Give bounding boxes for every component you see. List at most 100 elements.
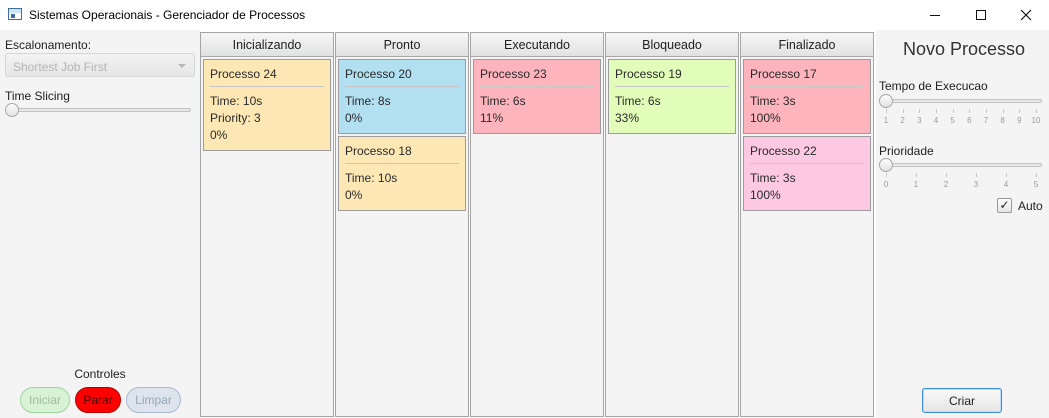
- slider-tick-label: 8: [1000, 116, 1005, 125]
- process-detail: 0%: [345, 188, 363, 202]
- window-title: Sistemas Operacionais - Gerenciador de P…: [29, 8, 306, 22]
- column-bloqueado: Bloqueado Processo 19 Time: 6s 33%: [605, 32, 739, 417]
- process-card[interactable]: Processo 22 Time: 3s 100%: [743, 136, 871, 211]
- priority-slider-thumb[interactable]: [879, 158, 893, 172]
- process-name: Processo 22: [750, 144, 864, 164]
- title-bar: Sistemas Operacionais - Gerenciador de P…: [0, 0, 1049, 30]
- process-detail: 0%: [210, 128, 228, 142]
- slider-tick: [919, 109, 921, 113]
- slider-tick: [976, 173, 977, 177]
- process-card[interactable]: Processo 19 Time: 6s 33%: [608, 59, 736, 134]
- minimize-icon: [930, 14, 940, 16]
- slider-tick: [952, 109, 954, 113]
- process-detail: Time: 6s: [480, 94, 526, 108]
- create-button[interactable]: Criar: [922, 388, 1002, 413]
- column-header: Finalizado: [741, 33, 873, 57]
- stop-button[interactable]: Parar: [75, 387, 121, 413]
- scheduler-select[interactable]: Shortest Job First: [5, 53, 195, 77]
- clear-button[interactable]: Limpar: [126, 387, 181, 413]
- slider-tick-label: 2: [943, 180, 949, 189]
- card-list: Processo 17 Time: 3s 100% Processo 22 Time: …: [741, 57, 873, 215]
- priority-ticks: 0 1 2 3 4 5: [884, 173, 1038, 189]
- slider-tick-label: 0: [883, 180, 889, 189]
- exec-time-ticks: 1 2 3 4 5 6 7 8 9 10: [884, 109, 1040, 125]
- process-detail: Priority: 3: [210, 111, 261, 125]
- process-detail: 33%: [615, 111, 640, 125]
- slider-tick: [916, 173, 917, 177]
- column-header: Inicializando: [201, 33, 333, 57]
- slider-tick: [1006, 173, 1007, 177]
- slider-tick-label: 4: [1003, 180, 1009, 189]
- column-header: Bloqueado: [606, 33, 738, 57]
- scheduler-label: Escalonamento:: [5, 38, 92, 52]
- slider-tick-label: 3: [917, 116, 922, 125]
- priority-label: Prioridade: [879, 144, 934, 158]
- slider-tick: [1019, 109, 1021, 113]
- slider-tick-label: 1: [913, 180, 919, 189]
- start-button[interactable]: Iniciar: [20, 387, 70, 413]
- slider-tick-label: 2: [900, 116, 905, 125]
- process-name: Processo 18: [345, 144, 459, 164]
- slider-tick: [986, 109, 987, 113]
- left-panel: Escalonamento: Shortest Job First Time S…: [0, 30, 200, 418]
- slider-tick: [1002, 109, 1004, 113]
- slider-tick: [946, 173, 947, 177]
- process-detail: 11%: [480, 111, 504, 125]
- slider-tick-label: 10: [1031, 116, 1041, 125]
- column-inicializando: Inicializando Processo 24 Time: 10s Priori…: [200, 32, 334, 417]
- close-button[interactable]: [1003, 0, 1049, 30]
- exec-time-slider-thumb[interactable]: [879, 94, 893, 108]
- slider-tick-label: 5: [950, 116, 955, 125]
- process-card[interactable]: Processo 17 Time: 3s 100%: [743, 59, 871, 134]
- auto-checkbox[interactable]: ✓: [997, 198, 1012, 213]
- new-process-title: Novo Processo: [903, 39, 1026, 59]
- maximize-icon: [976, 10, 986, 20]
- checkmark-icon: ✓: [999, 198, 1010, 212]
- exec-time-label: Tempo de Execucao: [879, 79, 988, 93]
- slider-tick-label: 1: [883, 116, 889, 125]
- process-detail: Time: 8s: [345, 94, 391, 108]
- process-detail: Time: 3s: [750, 94, 796, 108]
- process-name: Processo 24: [210, 67, 324, 87]
- process-detail: Time: 6s: [615, 94, 661, 108]
- process-detail: Time: 10s: [210, 94, 263, 108]
- card-list: Processo 23 Time: 6s 11%: [471, 57, 603, 138]
- slider-tick: [886, 173, 887, 177]
- slider-tick: [1036, 109, 1037, 113]
- process-name: Processo 23: [480, 67, 594, 87]
- slider-tick-label: 6: [967, 116, 972, 125]
- minimize-button[interactable]: [912, 0, 958, 30]
- process-name: Processo 19: [615, 67, 729, 87]
- priority-slider[interactable]: [882, 163, 1042, 167]
- time-slicing-slider[interactable]: [8, 108, 191, 112]
- column-pronto: Pronto Processo 20 Time: 8s 0% Processo 18 T…: [335, 32, 469, 417]
- slider-tick: [1036, 173, 1037, 177]
- process-detail: 0%: [345, 111, 363, 125]
- close-icon: [1020, 9, 1032, 21]
- process-card[interactable]: Processo 20 Time: 8s 0%: [338, 59, 466, 134]
- slider-tick: [902, 109, 904, 113]
- time-slicing-label: Time Slicing: [5, 89, 70, 103]
- exec-time-slider[interactable]: [882, 99, 1042, 103]
- slider-tick-label: 7: [983, 116, 989, 125]
- auto-label: Auto: [1018, 199, 1043, 213]
- process-detail: 100%: [750, 188, 781, 202]
- chevron-down-icon: [178, 64, 186, 68]
- process-card[interactable]: Processo 23 Time: 6s 11%: [473, 59, 601, 134]
- slider-tick-label: 9: [1017, 116, 1022, 125]
- slider-tick: [936, 109, 937, 113]
- slider-tick-label: 3: [973, 180, 979, 189]
- maximize-button[interactable]: [958, 0, 1004, 30]
- column-finalizado: Finalizado Processo 17 Time: 3s 100% Proces…: [740, 32, 874, 417]
- process-card[interactable]: Processo 24 Time: 10s Priority: 3 0%: [203, 59, 331, 151]
- app-icon: [8, 8, 22, 20]
- card-list: Processo 24 Time: 10s Priority: 3 0%: [201, 57, 333, 155]
- process-card[interactable]: Processo 18 Time: 10s 0%: [338, 136, 466, 211]
- time-slicing-slider-thumb[interactable]: [5, 103, 19, 117]
- process-name: Processo 17: [750, 67, 864, 87]
- column-executando: Executando Processo 23 Time: 6s 11%: [470, 32, 604, 417]
- card-list: Processo 20 Time: 8s 0% Processo 18 Time: 10…: [336, 57, 468, 215]
- process-detail: Time: 3s: [750, 171, 796, 185]
- slider-tick-label: 4: [933, 116, 939, 125]
- column-header: Executando: [471, 33, 603, 57]
